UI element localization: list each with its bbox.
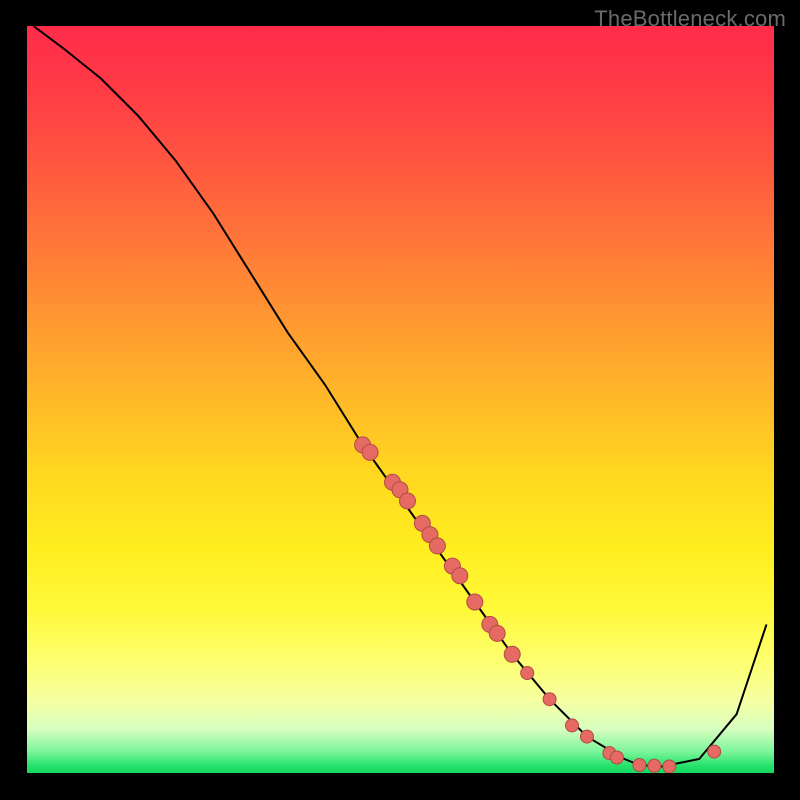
watermark-text: TheBottleneck.com — [594, 6, 786, 32]
data-point — [467, 594, 483, 610]
data-point — [543, 693, 556, 706]
data-points-group — [355, 437, 721, 773]
chart-svg — [26, 26, 774, 774]
data-point — [362, 444, 378, 460]
data-point — [633, 759, 646, 772]
data-point — [648, 759, 661, 772]
data-point — [400, 493, 416, 509]
data-point — [504, 646, 520, 662]
data-point — [581, 730, 594, 743]
data-point — [708, 745, 721, 758]
chart-stage: TheBottleneck.com — [0, 0, 800, 800]
axes-group — [26, 26, 774, 774]
plot-area — [26, 26, 774, 774]
data-point — [452, 568, 468, 584]
data-point — [566, 719, 579, 732]
data-point — [521, 667, 534, 680]
data-point — [610, 751, 623, 764]
data-point — [429, 538, 445, 554]
bottleneck-curve-group — [34, 26, 767, 767]
data-point — [663, 760, 676, 773]
data-point — [489, 625, 505, 641]
bottleneck-curve — [34, 26, 767, 767]
